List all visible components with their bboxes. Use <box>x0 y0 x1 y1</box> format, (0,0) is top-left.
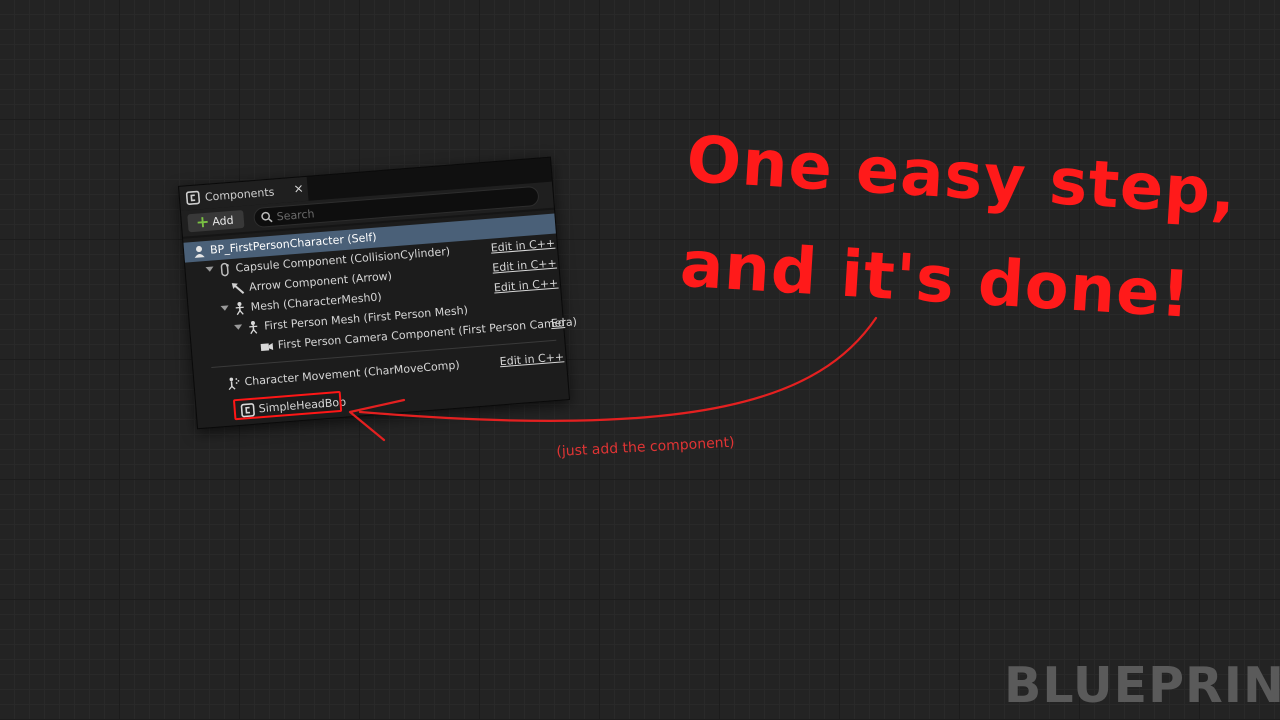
search-icon <box>260 211 273 227</box>
arrow-component-icon <box>231 281 246 299</box>
tree-row-label: Character Movement (CharMoveComp) <box>244 358 461 389</box>
camera-icon <box>259 339 274 357</box>
skeleton-icon <box>232 301 247 319</box>
annotation-note: (just add the component) <box>556 434 735 460</box>
edit-in-cpp-link[interactable]: Edit in C++ <box>499 350 564 368</box>
add-button-label: Add <box>211 213 235 228</box>
close-icon[interactable]: × <box>293 181 304 196</box>
component-icon <box>185 190 201 208</box>
chevron-down-icon[interactable] <box>234 324 243 331</box>
headline: One easy step, and it's done! <box>677 108 1249 352</box>
component-tree: BP_FirstPersonCharacter (Self) Capsule C… <box>183 209 577 429</box>
edit-in-cpp-link[interactable]: Ed <box>550 316 565 330</box>
tab-title: Components <box>204 185 275 204</box>
edit-in-cpp-link[interactable]: Edit in C++ <box>492 257 557 275</box>
edit-in-cpp-link[interactable]: Edit in C++ <box>493 276 558 294</box>
chevron-down-icon[interactable] <box>220 305 229 312</box>
skeleton-icon <box>246 320 261 338</box>
watermark: BLUEPRINT <box>1004 657 1280 714</box>
chevron-down-icon[interactable] <box>205 266 214 273</box>
components-panel: Components × + Add BP_FirstPersonCharact… <box>178 156 577 430</box>
edit-in-cpp-link[interactable]: Edit in C++ <box>490 237 555 255</box>
movement-icon <box>226 376 241 394</box>
capsule-icon <box>217 262 232 280</box>
add-component-button[interactable]: + Add <box>187 209 245 233</box>
person-icon <box>192 244 207 262</box>
plus-icon: + <box>195 211 211 232</box>
